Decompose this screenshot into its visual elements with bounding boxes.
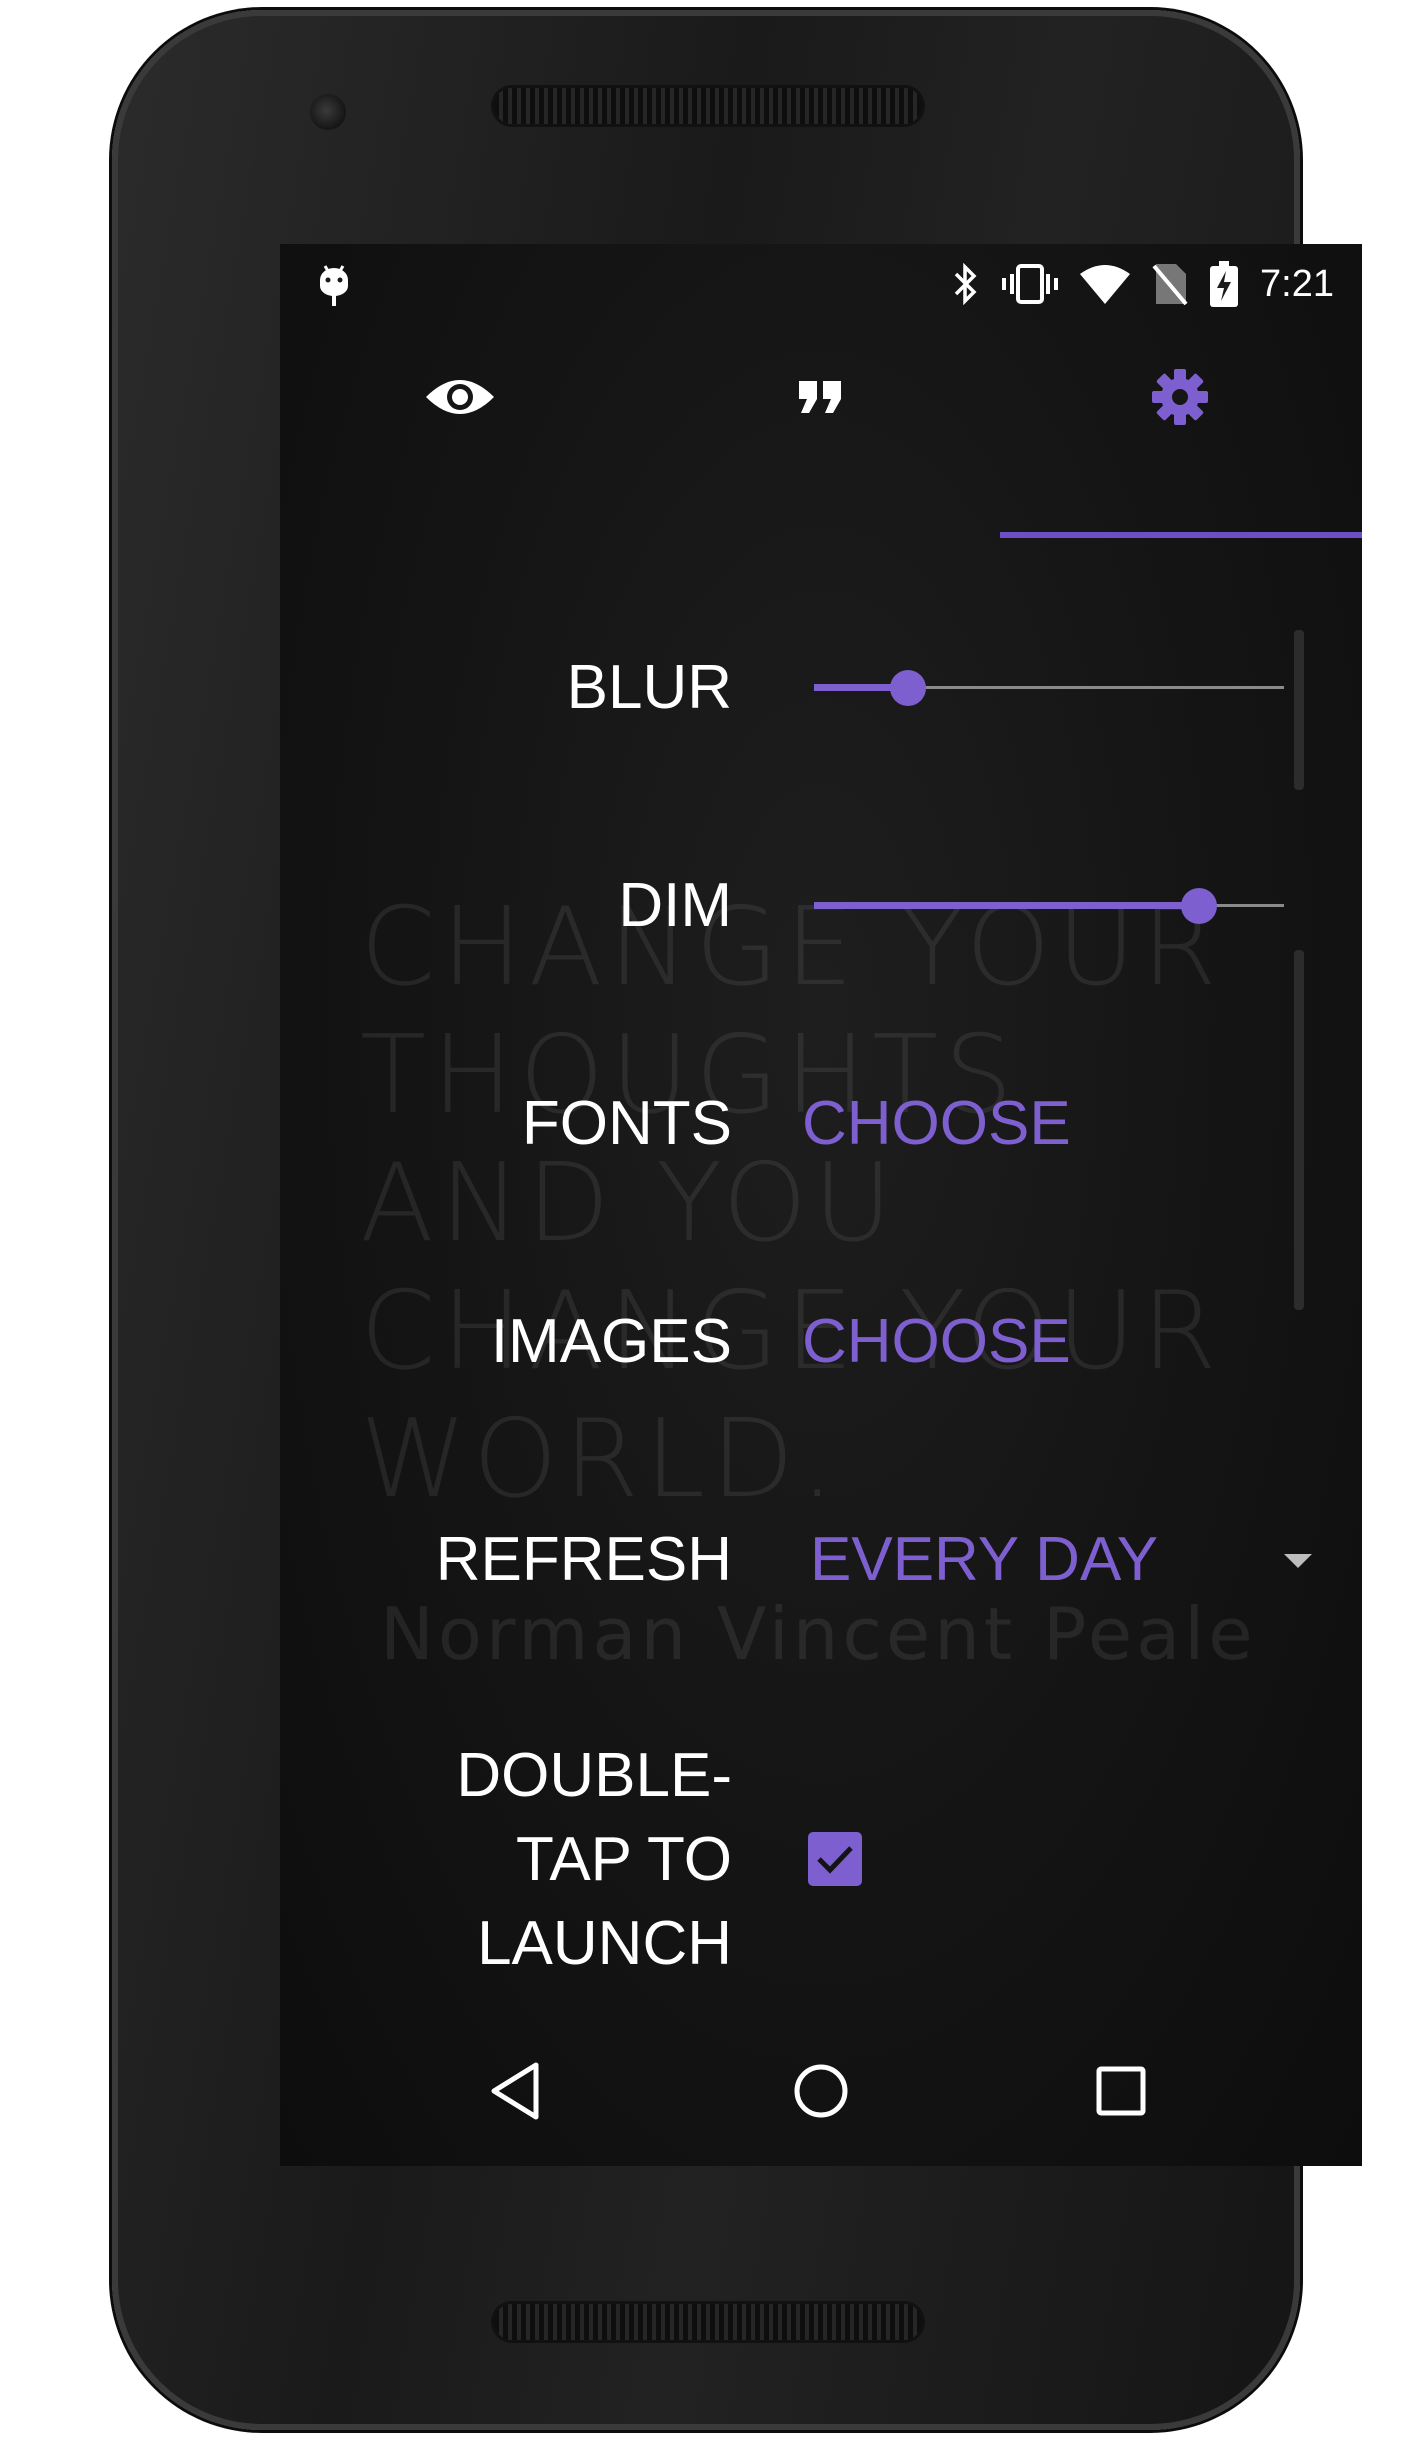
front-camera [310, 94, 346, 130]
tab-bar [280, 324, 1362, 538]
fonts-choose-button[interactable]: CHOOSE [802, 1082, 1071, 1166]
images-label: IMAGES [490, 1307, 732, 1376]
volume-button [1294, 950, 1304, 1310]
blur-slider[interactable] [814, 668, 1284, 708]
tab-preview[interactable] [280, 324, 640, 470]
home-button[interactable] [781, 2051, 861, 2131]
quote-icon [799, 381, 841, 413]
chevron-down-icon[interactable] [1284, 1554, 1312, 1568]
back-button[interactable] [476, 2051, 556, 2131]
power-button [1294, 630, 1304, 790]
recents-icon [1096, 2066, 1146, 2116]
double-tap-label: DOUBLE- TAP TO LAUNCH [456, 1741, 732, 1978]
status-time: 7:21 [1260, 262, 1334, 305]
background-quote-text: CHANGE YOUR THOUGHTS AND YOU CHANGE YOUR… [360, 885, 1223, 1522]
eye-icon [426, 380, 494, 414]
top-speaker-grille [494, 88, 922, 124]
home-icon [794, 2064, 848, 2118]
vibrate-icon [1002, 264, 1059, 304]
no-sim-icon [1152, 264, 1188, 306]
blur-slider-thumb[interactable] [890, 670, 926, 706]
bluetooth-icon [954, 262, 977, 306]
background-quote-author: Norman Vincent Peale [380, 1592, 1257, 1676]
dim-slider[interactable] [814, 886, 1284, 926]
back-icon [491, 2062, 539, 2120]
battery-charging-icon [1210, 261, 1239, 307]
status-bar: 7:21 [280, 244, 1362, 324]
phone-frame: CHANGE YOUR THOUGHTS AND YOU CHANGE YOUR… [112, 10, 1362, 2430]
settings-gear-icon [1152, 369, 1208, 425]
dim-label: DIM [618, 871, 732, 940]
app-screen: CHANGE YOUR THOUGHTS AND YOU CHANGE YOUR… [280, 244, 1362, 2166]
wifi-icon [1080, 265, 1131, 304]
recents-button[interactable] [1081, 2051, 1161, 2131]
fonts-label: FONTS [521, 1089, 732, 1158]
bottom-speaker-grille [494, 2304, 922, 2340]
images-choose-button[interactable]: CHOOSE [802, 1300, 1071, 1384]
refresh-label: REFRESH [435, 1525, 732, 1594]
navigation-bar [280, 2016, 1362, 2166]
double-tap-checkbox[interactable] [808, 1832, 862, 1886]
status-icons: 7:21 [950, 256, 1334, 312]
tab-settings[interactable] [1000, 324, 1360, 470]
blur-label: BLUR [566, 653, 732, 722]
checkmark-icon [817, 1846, 853, 1874]
selected-tab-indicator [1000, 532, 1362, 538]
dim-slider-thumb[interactable] [1181, 888, 1218, 924]
android-debug-icon [320, 265, 348, 306]
dim-slider-fill [814, 902, 1200, 909]
tab-quotes[interactable] [640, 324, 1000, 470]
refresh-dropdown[interactable]: EVERY DAY [810, 1518, 1158, 1602]
